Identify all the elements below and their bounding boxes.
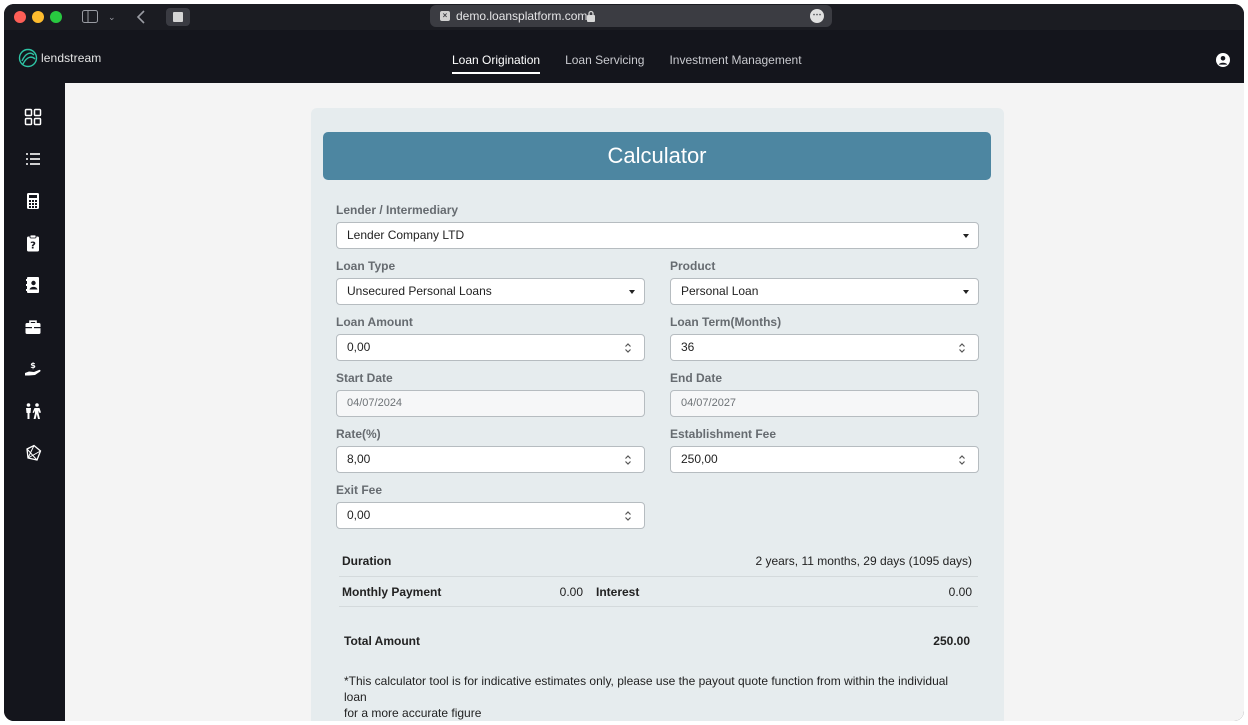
start-date-input[interactable]: 04/07/2024 xyxy=(336,390,645,417)
url-text: demo.loansplatform.com xyxy=(456,9,588,23)
calculator-panel: Calculator Lender / Intermediary Lender … xyxy=(311,108,1004,721)
minimize-window-button[interactable] xyxy=(32,11,44,23)
logo-text: lendstream xyxy=(41,51,102,65)
number-stepper-icon[interactable] xyxy=(958,454,966,466)
chevron-down-icon xyxy=(629,290,635,294)
loan-amount-label: Loan Amount xyxy=(336,315,413,329)
hand-dollar-icon[interactable]: $ xyxy=(23,359,43,379)
sidebar: ? $ xyxy=(4,83,65,721)
tab-favicon[interactable] xyxy=(166,8,190,26)
rate-input[interactable]: 8,00 xyxy=(336,446,645,473)
disclaimer-line-2: for a more accurate figure xyxy=(344,706,482,720)
establishment-fee-label: Establishment Fee xyxy=(670,427,777,441)
more-options-icon[interactable]: ⋯ xyxy=(810,9,824,23)
lock-icon xyxy=(587,10,595,22)
loan-term-label: Loan Term(Months) xyxy=(670,315,782,329)
loan-term-value: 36 xyxy=(681,340,695,354)
interest-value: 0.00 xyxy=(948,585,972,599)
divider xyxy=(339,576,978,577)
number-stepper-icon[interactable] xyxy=(624,454,632,466)
divider xyxy=(339,606,978,607)
clipboard-question-icon[interactable]: ? xyxy=(23,233,43,253)
product-select-value: Personal Loan xyxy=(681,284,759,298)
number-stepper-icon[interactable] xyxy=(624,510,632,522)
tab-loan-servicing[interactable]: Loan Servicing xyxy=(565,30,644,83)
tab-investment-management[interactable]: Investment Management xyxy=(669,30,801,83)
number-stepper-icon[interactable] xyxy=(624,342,632,354)
main-content: Calculator Lender / Intermediary Lender … xyxy=(65,83,1244,721)
loan-type-select[interactable]: Unsecured Personal Loans xyxy=(336,278,645,305)
duration-value: 2 years, 11 months, 29 days (1095 days) xyxy=(755,554,972,568)
disclaimer-note: *This calculator tool is for indicative … xyxy=(344,673,974,721)
loan-type-label: Loan Type xyxy=(336,259,396,273)
establishment-fee-input[interactable]: 250,00 xyxy=(670,446,979,473)
loan-amount-value: 0,00 xyxy=(347,340,371,354)
dashboard-grid-icon[interactable] xyxy=(23,107,43,127)
back-arrow-icon[interactable] xyxy=(136,8,148,26)
user-account-icon[interactable] xyxy=(1216,53,1230,67)
chevron-down-icon[interactable]: ⌄ xyxy=(108,8,116,26)
monthly-payment-value: 0.00 xyxy=(559,585,583,599)
network-icon[interactable] xyxy=(23,443,43,463)
chevron-down-icon xyxy=(963,290,969,294)
start-date-value: 04/07/2024 xyxy=(347,397,403,409)
product-select[interactable]: Personal Loan xyxy=(670,278,979,305)
end-date-label: End Date xyxy=(670,371,723,385)
loan-type-select-value: Unsecured Personal Loans xyxy=(347,284,492,298)
monthly-payment-label: Monthly Payment xyxy=(342,585,442,599)
sidebar-toggle-icon[interactable] xyxy=(82,8,98,26)
browser-window: ⌄ × demo.loansplatform.com ⋯ lendstream … xyxy=(4,4,1244,721)
loan-amount-input[interactable]: 0,00 xyxy=(336,334,645,361)
loan-term-input[interactable]: 36 xyxy=(670,334,979,361)
lendstream-logo-icon xyxy=(18,48,38,68)
calculator-title: Calculator xyxy=(323,132,991,180)
list-icon[interactable] xyxy=(23,149,43,169)
end-date-input[interactable]: 04/07/2027 xyxy=(670,390,979,417)
product-label: Product xyxy=(670,259,716,273)
exit-fee-label: Exit Fee xyxy=(336,483,383,497)
site-icon: × xyxy=(440,11,450,21)
start-date-label: Start Date xyxy=(336,371,393,385)
svg-text:$: $ xyxy=(30,361,36,370)
disclaimer-line-1: *This calculator tool is for indicative … xyxy=(344,674,949,704)
end-date-value: 04/07/2027 xyxy=(681,397,737,409)
svg-text:?: ? xyxy=(30,241,36,252)
lender-select-value: Lender Company LTD xyxy=(347,228,465,242)
calculator-icon[interactable] xyxy=(23,191,43,211)
rate-value: 8,00 xyxy=(347,452,371,466)
establishment-fee-value: 250,00 xyxy=(681,452,718,466)
total-amount-label: Total Amount xyxy=(344,634,420,648)
maximize-window-button[interactable] xyxy=(50,11,62,23)
tab-loan-origination[interactable]: Loan Origination xyxy=(452,30,541,83)
lender-label: Lender / Intermediary xyxy=(336,203,459,217)
briefcase-icon[interactable] xyxy=(23,317,43,337)
interest-label: Interest xyxy=(596,585,640,599)
address-bar[interactable]: × demo.loansplatform.com ⋯ xyxy=(430,5,832,27)
lender-select[interactable]: Lender Company LTD xyxy=(336,222,979,249)
number-stepper-icon[interactable] xyxy=(958,342,966,354)
exit-fee-value: 0,00 xyxy=(347,508,371,522)
total-amount-value: 250.00 xyxy=(933,634,970,648)
close-window-button[interactable] xyxy=(14,11,26,23)
chevron-down-icon xyxy=(963,234,969,238)
people-icon[interactable] xyxy=(23,401,43,421)
top-navigation: Loan Origination Loan Servicing Investme… xyxy=(452,30,827,83)
rate-label: Rate(%) xyxy=(336,427,381,441)
duration-label: Duration xyxy=(342,554,392,568)
app-header: lendstream Loan Origination Loan Servici… xyxy=(4,30,1244,83)
contact-book-icon[interactable] xyxy=(23,275,43,295)
logo[interactable]: lendstream xyxy=(18,48,101,68)
browser-toolbar: ⌄ × demo.loansplatform.com ⋯ xyxy=(4,4,1244,30)
exit-fee-input[interactable]: 0,00 xyxy=(336,502,645,529)
